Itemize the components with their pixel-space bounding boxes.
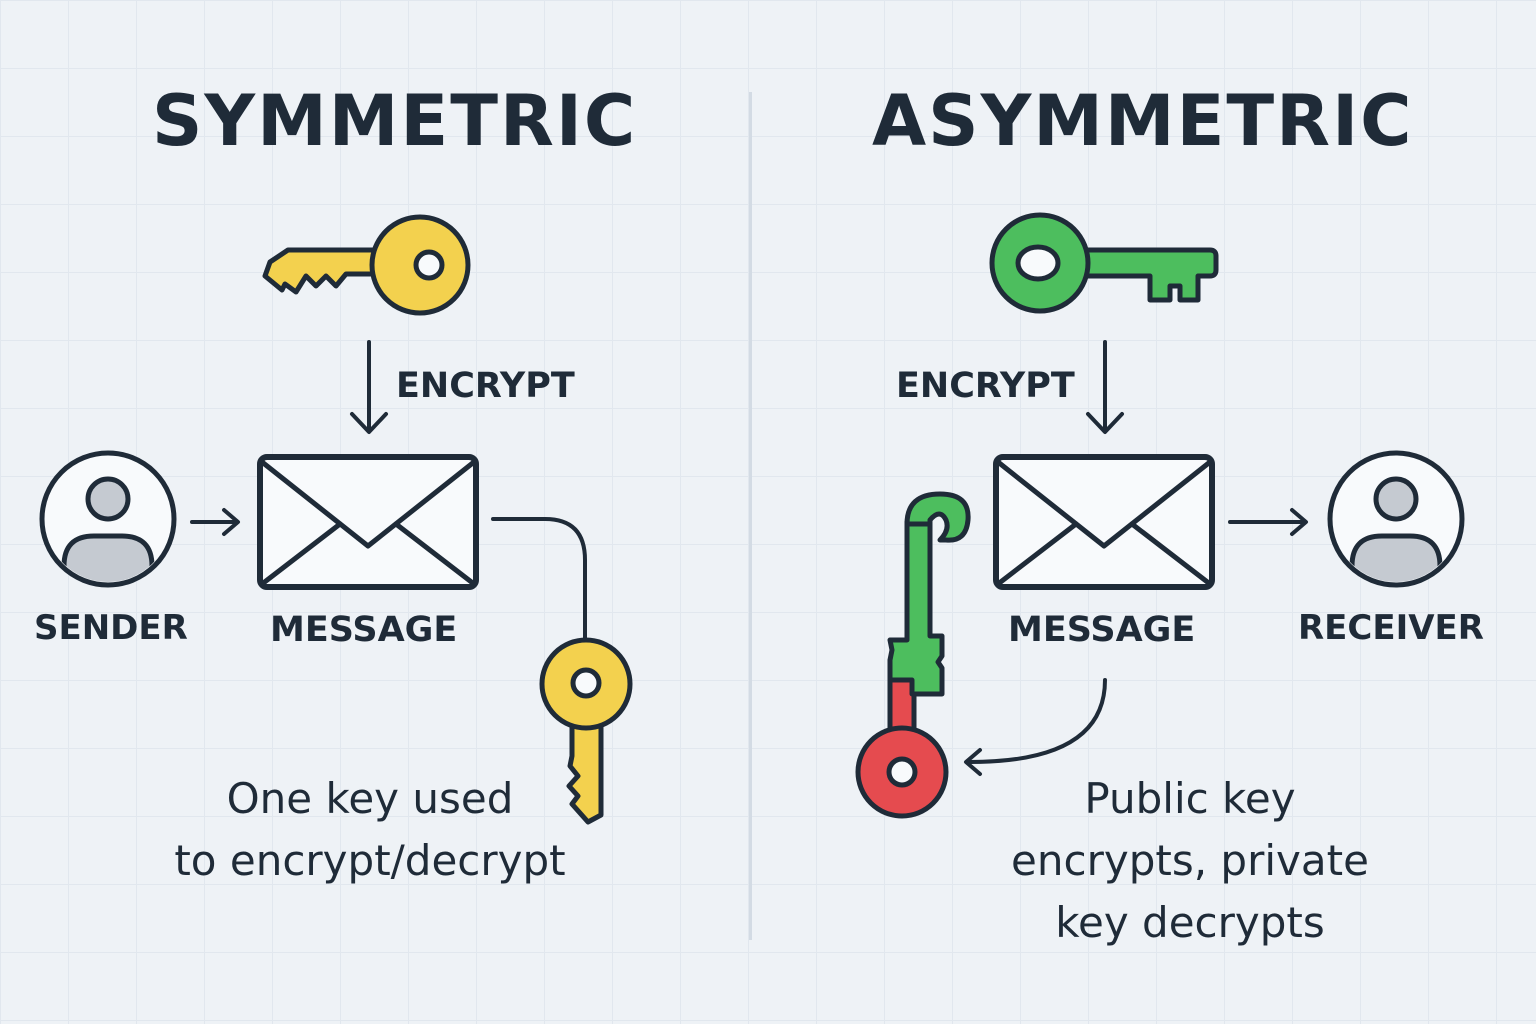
message-to-private-key-arrow — [964, 678, 1107, 776]
public-key-icon — [989, 212, 1219, 314]
sender-label: SENDER — [34, 608, 188, 648]
asymmetric-caption-line1: Public key — [1084, 774, 1296, 823]
sender-to-message-arrow — [190, 508, 240, 536]
symmetric-encrypt-label: ENCRYPT — [396, 366, 575, 406]
asymmetric-message-envelope-icon — [993, 454, 1215, 590]
symmetric-caption: One key used to encrypt/decrypt — [140, 768, 600, 892]
symmetric-title: SYMMETRIC — [152, 80, 638, 162]
private-key-icon — [855, 491, 971, 819]
symmetric-encrypt-arrow — [350, 340, 388, 434]
message-to-receiver-arrow — [1228, 508, 1308, 536]
symmetric-top-key-icon — [262, 214, 471, 316]
asymmetric-title: ASYMMETRIC — [872, 80, 1414, 162]
receiver-label: RECEIVER — [1298, 608, 1484, 648]
receiver-user-icon — [1327, 450, 1465, 588]
asymmetric-caption-line2: encrypts, private — [1011, 836, 1369, 885]
asymmetric-encrypt-label: ENCRYPT — [896, 366, 1075, 406]
sender-user-icon — [39, 450, 177, 588]
asymmetric-message-label: MESSAGE — [1008, 610, 1196, 650]
asymmetric-caption-line3: key decrypts — [1055, 898, 1325, 947]
symmetric-caption-line2: to encrypt/decrypt — [174, 836, 566, 885]
symmetric-caption-line1: One key used — [226, 774, 514, 823]
symmetric-message-envelope-icon — [257, 454, 479, 590]
asymmetric-caption: Public key encrypts, private key decrypt… — [970, 768, 1410, 954]
symmetric-message-label: MESSAGE — [270, 610, 458, 650]
symmetric-key-connector — [491, 517, 587, 642]
asymmetric-encrypt-arrow — [1086, 340, 1124, 434]
